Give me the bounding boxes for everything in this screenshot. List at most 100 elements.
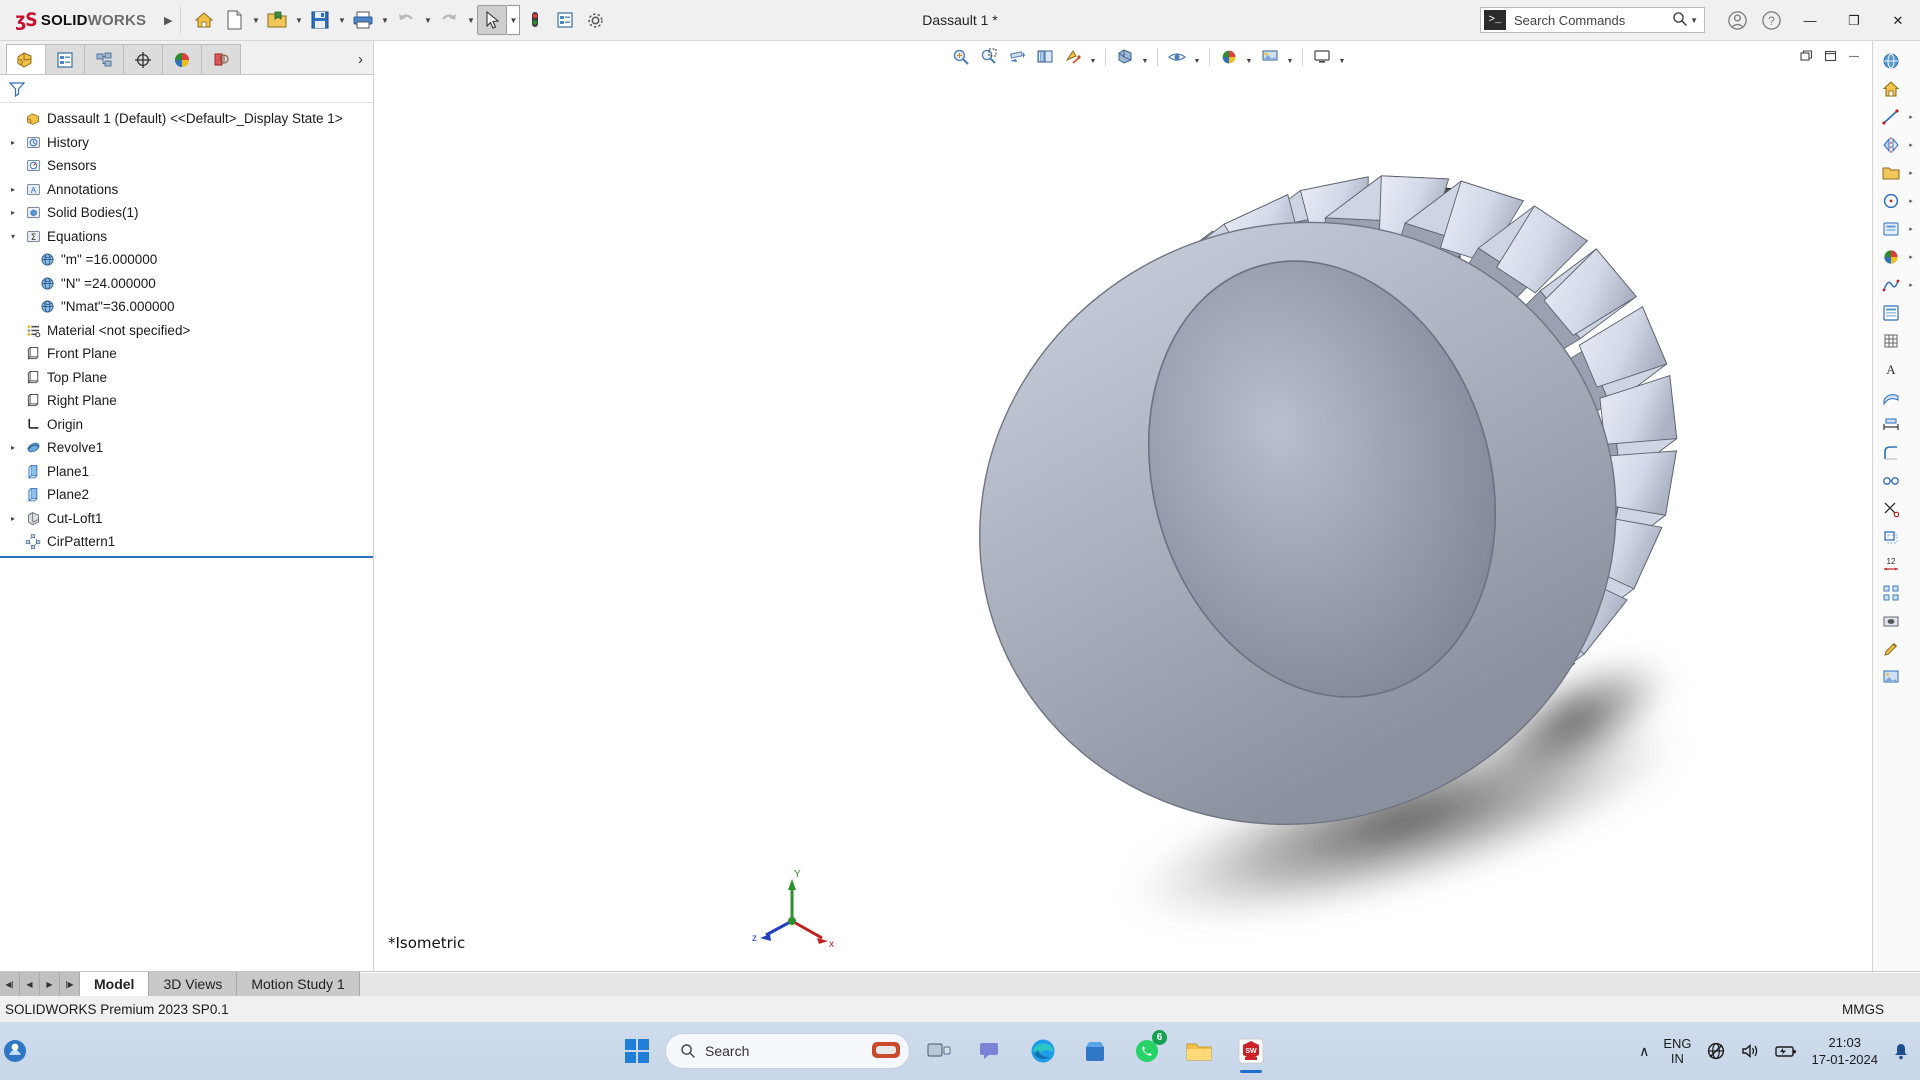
user-account-icon[interactable] — [1720, 0, 1754, 41]
home-button[interactable] — [189, 5, 219, 35]
battery-charging-icon[interactable] — [1774, 1041, 1798, 1061]
taskbar-search-box[interactable]: Search — [665, 1033, 910, 1069]
mirror-tool-button-caret-icon[interactable]: ▸ — [1906, 141, 1916, 149]
store-button[interactable] — [1072, 1028, 1118, 1074]
dimxpert-manager-tab[interactable] — [123, 44, 163, 74]
select-caret-icon[interactable]: ▼ — [507, 5, 521, 35]
tree-item-m-16-000000[interactable]: "m" =16.000000 — [0, 248, 373, 272]
tree-item-sensors[interactable]: Sensors — [0, 154, 373, 178]
dimension-tool-button[interactable]: 12 — [1873, 551, 1920, 579]
line-tool-button-caret-icon[interactable]: ▸ — [1906, 113, 1916, 121]
tray-chevron-icon[interactable]: ∧ — [1639, 1043, 1649, 1060]
tree-twisty-icon[interactable]: ▸ — [4, 185, 22, 194]
measure-tool-button[interactable] — [1873, 411, 1920, 439]
home-view-button[interactable] — [1873, 75, 1920, 103]
display-manager-tab[interactable] — [162, 44, 202, 74]
circle-tool-button[interactable]: ▸ — [1873, 187, 1920, 215]
tree-item-top-plane[interactable]: Top Plane — [0, 366, 373, 390]
trim-tool-button[interactable] — [1873, 495, 1920, 523]
graphics-viewport[interactable]: ▼ ▼ ▼ ▼ ▼ ▼ — ❐ ✕ — [375, 41, 1920, 971]
status-units[interactable]: MMGS — [1842, 1002, 1884, 1017]
tab-model[interactable]: Model — [80, 972, 150, 996]
taskbar-left-icon[interactable] — [0, 1036, 30, 1066]
tree-item-cirpattern1[interactable]: CirPattern1 — [0, 530, 373, 554]
open-view-button-caret-icon[interactable]: ▸ — [1906, 169, 1916, 177]
tree-item-right-plane[interactable]: Right Plane — [0, 389, 373, 413]
search-caret-icon[interactable]: ▼ — [1690, 16, 1704, 25]
tree-item-front-plane[interactable]: Front Plane — [0, 342, 373, 366]
grid-tool-button[interactable] — [1873, 327, 1920, 355]
previous-tab-button[interactable]: ◀ — [20, 972, 40, 996]
select-button[interactable] — [477, 5, 508, 35]
view-globe-button[interactable] — [1873, 47, 1920, 75]
solidworks-taskbar-button[interactable]: SW — [1228, 1028, 1274, 1074]
task-pane-button[interactable] — [1873, 299, 1920, 327]
offset-tool-button[interactable] — [1873, 523, 1920, 551]
tree-item-cut-loft1[interactable]: ▸ Cut-Loft1 — [0, 507, 373, 531]
bell-icon[interactable] — [1892, 1041, 1910, 1061]
print-caret-icon[interactable]: ▼ — [378, 5, 391, 35]
tree-item-origin[interactable]: Origin — [0, 413, 373, 437]
windows-start-button[interactable] — [615, 1029, 659, 1073]
tree-item-history[interactable]: ▸ History — [0, 131, 373, 155]
next-tab-button[interactable]: ▶ — [40, 972, 60, 996]
tree-item-equations[interactable]: ▾ Σ Equations — [0, 225, 373, 249]
new-document-button[interactable] — [219, 5, 249, 35]
edit-sketch-button[interactable] — [1873, 635, 1920, 663]
help-icon[interactable]: ? — [1754, 0, 1788, 41]
property-manager-tab[interactable] — [45, 44, 85, 74]
tree-item-annotations[interactable]: ▸ A Annotations — [0, 178, 373, 202]
rollback-bar[interactable] — [0, 555, 373, 558]
file-explorer-button[interactable] — [1176, 1028, 1222, 1074]
sketch-picture-button[interactable] — [1873, 663, 1920, 691]
tree-item-material-not-specified[interactable]: Material <not specified> — [0, 319, 373, 343]
last-tab-button[interactable]: |▶ — [60, 972, 80, 996]
taskbar-clock[interactable]: 21:03 17-01-2024 — [1812, 1034, 1879, 1068]
note-tool-button[interactable]: A — [1873, 355, 1920, 383]
minimize-window-button[interactable]: — — [1788, 0, 1832, 41]
spur-gear-model[interactable]: Y x z — [375, 41, 1920, 971]
relation-tool-button[interactable] — [1873, 467, 1920, 495]
new-document-caret-icon[interactable]: ▼ — [249, 5, 262, 35]
tree-twisty-icon[interactable]: ▸ — [4, 443, 22, 452]
expand-panel-icon[interactable]: › — [358, 51, 363, 68]
rebuild-button[interactable] — [520, 5, 550, 35]
tree-twisty-icon[interactable]: ▾ — [4, 232, 22, 241]
tree-item-revolve1[interactable]: ▸ Revolve1 — [0, 436, 373, 460]
undo-button[interactable] — [391, 5, 421, 35]
tab-3d-views[interactable]: 3D Views — [149, 972, 238, 996]
teams-button[interactable] — [968, 1028, 1014, 1074]
hole-tool-button[interactable] — [1873, 607, 1920, 635]
command-search-box[interactable]: >_ Search Commands ▼ — [1480, 7, 1705, 33]
maximize-window-button[interactable]: ❐ — [1832, 0, 1876, 41]
search-icon[interactable] — [1672, 11, 1690, 30]
print-button[interactable] — [348, 5, 378, 35]
language-indicator[interactable]: ENG IN — [1663, 1036, 1691, 1066]
tree-root-node[interactable]: Dassault 1 (Default) <<Default>_Display … — [0, 107, 373, 131]
save-caret-icon[interactable]: ▼ — [335, 5, 348, 35]
mirror-tool-button[interactable]: ▸ — [1873, 131, 1920, 159]
pattern-tool-button[interactable] — [1873, 579, 1920, 607]
redo-button[interactable] — [434, 5, 464, 35]
open-view-button[interactable]: ▸ — [1873, 159, 1920, 187]
close-window-button[interactable]: ✕ — [1876, 0, 1920, 41]
feature-manager-tab[interactable] — [6, 44, 46, 74]
tree-twisty-icon[interactable]: ▸ — [4, 138, 22, 147]
settings-button[interactable] — [580, 5, 610, 35]
redo-caret-icon[interactable]: ▼ — [464, 5, 477, 35]
network-offline-icon[interactable] — [1706, 1041, 1726, 1061]
tree-item-nmat-36-000000[interactable]: "Nmat"=36.000000 — [0, 295, 373, 319]
edge-button[interactable] — [1020, 1028, 1066, 1074]
tree-twisty-icon[interactable]: ▸ — [4, 514, 22, 523]
open-document-button[interactable] — [262, 5, 292, 35]
simulation-tab[interactable] — [201, 44, 241, 74]
appearance-button[interactable]: ▸ — [1873, 243, 1920, 271]
tree-item-solid-bodies-1[interactable]: ▸ Solid Bodies(1) — [0, 201, 373, 225]
tree-item-plane2[interactable]: Plane2 — [0, 483, 373, 507]
save-button[interactable] — [305, 5, 335, 35]
first-tab-button[interactable]: ◀| — [0, 972, 20, 996]
surface-tool-button[interactable] — [1873, 383, 1920, 411]
tree-item-n-24-000000[interactable]: "N" =24.000000 — [0, 272, 373, 296]
tab-motion-study[interactable]: Motion Study 1 — [237, 972, 360, 996]
solidworks-logo[interactable]: ʒS SOLIDWORKS — [0, 9, 150, 31]
